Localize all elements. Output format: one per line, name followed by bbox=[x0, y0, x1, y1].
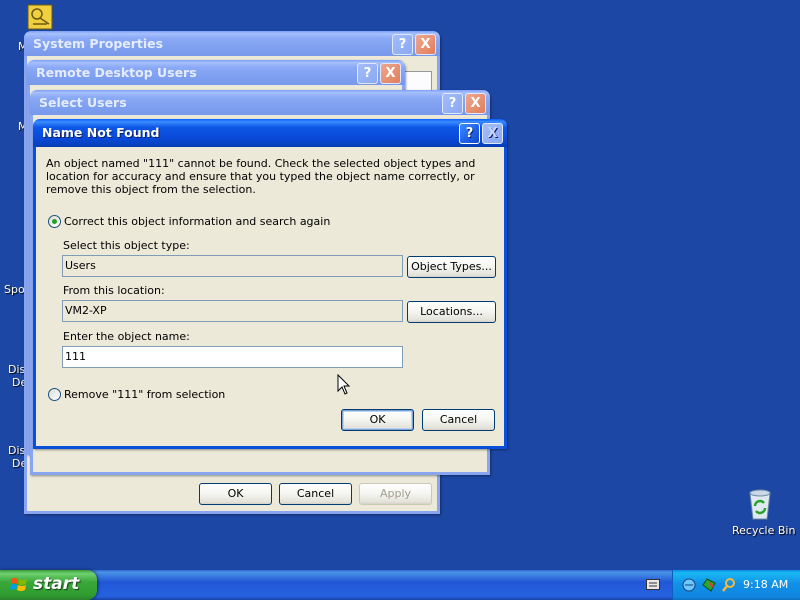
start-label: start bbox=[33, 574, 80, 594]
start-button[interactable]: start bbox=[0, 570, 97, 600]
network-tray-icon[interactable] bbox=[681, 577, 697, 593]
radio-correct-object[interactable] bbox=[48, 215, 61, 228]
locations-button[interactable]: Locations... bbox=[407, 301, 496, 323]
name-not-found-titlebar[interactable]: Name Not Found ? X bbox=[33, 119, 507, 147]
close-button: X bbox=[482, 123, 503, 144]
dialog-title: Name Not Found bbox=[42, 125, 160, 140]
close-button[interactable]: X bbox=[380, 63, 401, 84]
radio-remove-object-label[interactable]: Remove "111" from selection bbox=[64, 388, 225, 401]
help-button[interactable]: ? bbox=[392, 34, 413, 55]
recycle-bin[interactable] bbox=[744, 487, 776, 521]
system-properties-titlebar[interactable]: System Properties ? X bbox=[24, 31, 440, 56]
remote-desktop-users-title: Remote Desktop Users bbox=[36, 65, 197, 80]
close-button[interactable]: X bbox=[415, 34, 436, 55]
select-users-title: Select Users bbox=[39, 95, 127, 110]
taskbar-clock[interactable]: 9:18 AM bbox=[743, 578, 788, 591]
system-properties-apply-button: Apply bbox=[359, 483, 432, 505]
object-types-button[interactable]: Object Types... bbox=[407, 256, 496, 278]
location-field: VM2-XP bbox=[62, 300, 403, 322]
desktop-label-3: Spo bbox=[4, 283, 25, 296]
object-type-label: Select this object type: bbox=[63, 239, 190, 252]
security-tray-icon[interactable] bbox=[701, 577, 717, 593]
mouse-pointer-icon bbox=[337, 374, 351, 395]
system-properties-title: System Properties bbox=[33, 36, 164, 51]
close-button[interactable]: X bbox=[465, 93, 486, 114]
dialog-message: An object named "111" cannot be found. C… bbox=[46, 157, 476, 196]
name-not-found-dialog: Name Not Found ? X An object named "111"… bbox=[33, 119, 507, 449]
radio-remove-object[interactable] bbox=[48, 388, 61, 401]
object-name-label: Enter the object name: bbox=[63, 330, 190, 343]
windows-logo-icon bbox=[10, 578, 27, 591]
help-button[interactable]: ? bbox=[442, 93, 463, 114]
dialog-ok-button[interactable]: OK bbox=[341, 409, 414, 431]
object-type-field: Users bbox=[62, 255, 403, 277]
keyboard-layout-icon[interactable] bbox=[646, 579, 660, 591]
taskbar: start bbox=[0, 570, 800, 600]
location-label: From this location: bbox=[63, 284, 165, 297]
recycle-bin-icon bbox=[749, 489, 771, 520]
desktop-icon-top[interactable] bbox=[27, 4, 53, 32]
help-button[interactable]: ? bbox=[459, 123, 480, 144]
select-users-titlebar[interactable]: Select Users ? X bbox=[30, 90, 490, 115]
system-properties-ok-button[interactable]: OK bbox=[199, 483, 272, 505]
desktop-label-4: Dis bbox=[8, 363, 26, 376]
recycle-bin-label: Recycle Bin bbox=[732, 524, 796, 537]
help-button[interactable]: ? bbox=[357, 63, 378, 84]
remote-desktop-users-titlebar[interactable]: Remote Desktop Users ? X bbox=[27, 60, 405, 85]
network-icon bbox=[27, 4, 53, 30]
search-tray-icon[interactable] bbox=[721, 577, 737, 593]
dialog-cancel-button[interactable]: Cancel bbox=[422, 409, 495, 431]
radio-correct-object-label[interactable]: Correct this object information and sear… bbox=[64, 215, 330, 228]
object-name-input[interactable]: 111 bbox=[62, 346, 403, 368]
desktop-label-6: Dis bbox=[8, 444, 26, 457]
system-properties-cancel-button[interactable]: Cancel bbox=[279, 483, 352, 505]
